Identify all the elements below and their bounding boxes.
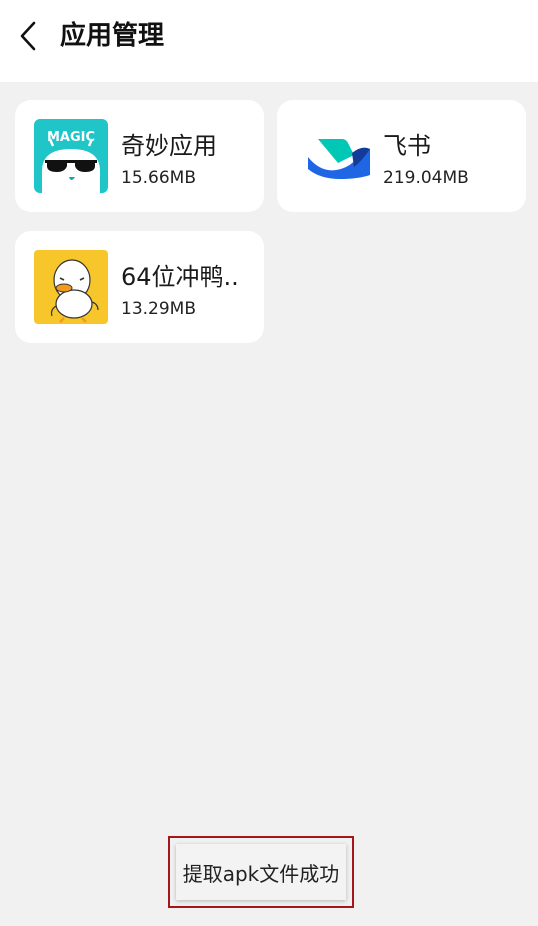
toast-highlight: 提取apk文件成功 (168, 836, 354, 908)
app-name: 64位冲鸭.. (121, 263, 239, 291)
app-name: 奇妙应用 (121, 132, 217, 160)
feishu-icon (296, 119, 380, 193)
app-name: 飞书 (383, 132, 431, 160)
page-title: 应用管理 (60, 21, 165, 51)
back-button[interactable] (8, 16, 48, 56)
app-card-duck[interactable]: 64位冲鸭.. 13.29MB (15, 231, 264, 343)
app-card-magic[interactable]: MAGIC 奇妙应用 15.66MB (15, 100, 264, 212)
toast-message: 提取apk文件成功 (176, 844, 346, 900)
app-bar: 应用管理 (0, 0, 538, 82)
chevron-left-icon (20, 21, 36, 51)
app-size: 15.66MB (121, 168, 196, 188)
app-size: 13.29MB (121, 299, 196, 319)
magic-app-icon: MAGIC (34, 119, 108, 193)
app-size: 219.04MB (383, 168, 469, 188)
duck-icon (34, 250, 108, 324)
magic-icon-text: MAGIC (47, 130, 95, 145)
app-card-feishu[interactable]: 飞书 219.04MB (277, 100, 526, 212)
